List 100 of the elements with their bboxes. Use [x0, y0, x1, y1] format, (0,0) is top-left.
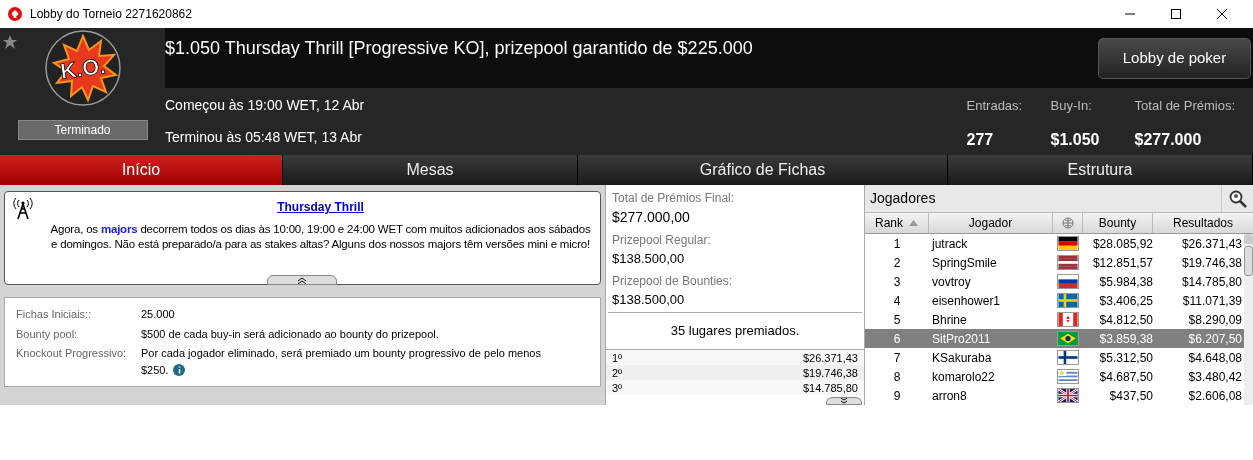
- scrollbar[interactable]: [1244, 234, 1253, 405]
- detail-value: 25.000: [141, 307, 176, 322]
- detail-value: $500 de cada buy-in será adicionado ao bounty do prizepool.: [141, 326, 440, 342]
- stat-label: Buy-In:: [1050, 97, 1093, 115]
- globe-icon[interactable]: [1061, 217, 1074, 229]
- result-cell-text: $8.290,09: [1187, 311, 1243, 329]
- result-cell-text: $19.746,38: [1180, 254, 1243, 272]
- player-row[interactable]: 4 eisenhower1 $3.406,25 $11.071,39: [865, 291, 1244, 310]
- payout-amount: $26.371,43: [802, 351, 858, 365]
- bounty-cell-text: $3.859,38: [1098, 330, 1153, 348]
- payout-place: 1º: [612, 351, 623, 365]
- flag-icon: [1057, 312, 1079, 327]
- expand-button[interactable]: [826, 397, 862, 405]
- player-name: vovtroy: [931, 273, 972, 291]
- flag-icon: [1057, 236, 1079, 251]
- payout-amount: $14.785,80: [802, 381, 858, 395]
- column-header[interactable]: Bounty: [1083, 213, 1153, 233]
- result-cell-text: $11.071,39: [1181, 292, 1243, 310]
- rank-cell-text: 7: [892, 349, 902, 367]
- rank-cell-text: 8: [892, 368, 902, 386]
- flag-icon: [1057, 274, 1079, 289]
- ko-logo: K.O.: [44, 30, 121, 106]
- payout-place: 2º: [612, 366, 623, 380]
- window-title: Lobby do Torneio 2271620862: [30, 6, 192, 23]
- prize-value: $138.500,00: [612, 250, 686, 268]
- info-icon[interactable]: [172, 363, 185, 376]
- bounty-cell-text: $5.984,38: [1098, 273, 1153, 291]
- flag-icon: [1057, 369, 1079, 384]
- result-cell-text: $4.648,08: [1187, 349, 1243, 367]
- prize-label: Prizepool de Bounties:: [612, 272, 734, 290]
- player-row[interactable]: 2 SpringSmile $12.851,57 $19.746,38: [865, 253, 1244, 272]
- stat-value: $1.050: [1050, 129, 1101, 150]
- player-row[interactable]: 3 vovtroy $5.984,38 $14.785,80: [865, 272, 1244, 291]
- player-row[interactable]: 8 komarolo22 $4.687,50 $3.480,42: [865, 367, 1244, 386]
- column-header[interactable]: Resultados: [1153, 213, 1253, 233]
- stat-value: 277: [966, 129, 995, 150]
- player-row[interactable]: 1 jutrack $28.085,92 $26.371,43: [865, 234, 1244, 253]
- tab[interactable]: Início: [0, 155, 283, 185]
- payout-place: 3º: [612, 381, 623, 395]
- detail-label: Bounty pool:: [16, 326, 79, 342]
- rank-cell-text: 5: [892, 311, 902, 329]
- column-header[interactable]: Rank: [865, 213, 929, 233]
- stat-label: Entradas:: [966, 97, 1024, 115]
- flag-icon: [1057, 293, 1079, 308]
- player-name: Bhrine: [931, 311, 968, 329]
- detail-label: Knockout Progressivo:: [16, 346, 128, 361]
- result-cell-text: $14.785,80: [1180, 273, 1243, 291]
- payout-amount: $19.746,38: [802, 366, 858, 380]
- news-title-link[interactable]: Thursday Thrill: [277, 198, 364, 216]
- tab[interactable]: Gráfico de Fichas: [578, 155, 948, 185]
- collapse-button[interactable]: [267, 275, 337, 285]
- prize-value: $277.000,00: [612, 208, 691, 227]
- result-cell-text: $6.207,50: [1187, 330, 1243, 348]
- stat-label: Total de Prémios:: [1134, 97, 1235, 115]
- search-icon: [1228, 189, 1247, 208]
- end-time: Terminou às 05:48 WET, 13 Abr: [165, 127, 363, 147]
- player-row[interactable]: 5 Bhrine $4.812,50 $8.290,09: [865, 310, 1244, 329]
- player-row[interactable]: 6 SitPro2011 $3.859,38 $6.207,50: [865, 329, 1244, 348]
- prize-value: $138.500,00: [612, 290, 686, 309]
- player-row[interactable]: 7 KSakuraba $5.312,50 $4.648,08: [865, 348, 1244, 367]
- detail-value: Por cada jogador eliminado, será premiado um bounty progressivo de pelo menos $250.: [141, 346, 542, 378]
- player-name: arron8: [931, 387, 968, 405]
- status-ribbon: Terminado: [17, 120, 148, 140]
- detail-label: Fichas Iniciais::: [16, 307, 93, 322]
- star-icon[interactable]: [3, 35, 17, 49]
- column-header[interactable]: Jogador: [929, 213, 1053, 233]
- chevrons-up-icon: [297, 276, 307, 284]
- maximize-icon: [1171, 9, 1181, 19]
- bounty-cell-text: $28.085,92: [1091, 235, 1153, 253]
- players-title: Jogadores: [869, 189, 937, 208]
- close-icon: [1217, 9, 1227, 19]
- chevrons-down-icon: [840, 398, 848, 404]
- rank-cell-text: 4: [892, 292, 902, 310]
- player-name: SpringSmile: [931, 254, 998, 272]
- tab[interactable]: Mesas: [283, 155, 578, 185]
- tournament-title: $1.050 Thursday Thrill [Progressive KO], prizepool garantido de $225.000: [165, 37, 753, 60]
- bounty-cell-text: $5.312,50: [1098, 349, 1153, 367]
- prize-label: Total de Prémios Final:: [612, 190, 736, 207]
- tab[interactable]: Estrutura: [948, 155, 1253, 185]
- player-name: komarolo22: [931, 368, 996, 386]
- flag-icon: [1057, 350, 1079, 365]
- bounty-cell-text: $4.812,50: [1098, 311, 1153, 329]
- rank-cell-text: 1: [892, 235, 902, 253]
- lobby-button[interactable]: Lobby de poker: [1098, 38, 1251, 79]
- player-row[interactable]: 9 arron8 $437,50 $2.606,08: [865, 386, 1244, 405]
- antenna-icon: [13, 198, 33, 220]
- result-cell-text: $2.606,08: [1187, 387, 1243, 405]
- player-name: jutrack: [930, 235, 969, 253]
- stat-value: $277.000: [1134, 129, 1203, 150]
- bounty-cell-text: $12.851,57: [1091, 254, 1153, 272]
- bounty-cell-text: $437,50: [1108, 387, 1153, 405]
- flag-icon: [1057, 331, 1079, 346]
- paid-places: 35 lugares premiados.: [670, 322, 800, 341]
- bounty-cell-text: $3.406,25: [1098, 292, 1153, 310]
- rank-cell-text: 3: [892, 273, 902, 291]
- news-text: Agora, os majors decorrem todos os dias às 10:00, 19:00 e 24:00 WET com muitos adicionados aos sábados e domingos. Não está preparado/a para as stakes altas? Alguns dos nossos majors têm versões mini e micro!: [49, 222, 592, 252]
- prize-label: Prizepool Regular:: [612, 232, 712, 249]
- result-cell-text: $3.480,42: [1187, 368, 1243, 386]
- result-cell-text: $26.371,43: [1180, 235, 1243, 253]
- flag-icon: [1057, 255, 1079, 270]
